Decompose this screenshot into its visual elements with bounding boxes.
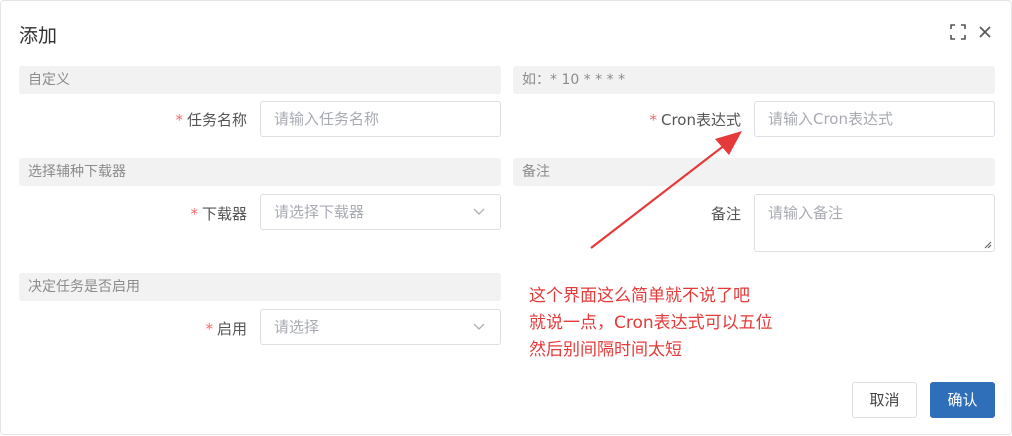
task-name-label: * 任务名称 <box>175 111 247 129</box>
enable-select[interactable]: 请选择 <box>260 309 501 345</box>
required-mark: * <box>175 111 183 129</box>
section-custom: 自定义 <box>19 66 501 94</box>
section-enable: 决定任务是否启用 <box>19 273 501 301</box>
resize-grip-icon[interactable] <box>982 239 992 249</box>
close-icon[interactable] <box>976 23 994 41</box>
task-name-input[interactable]: 请输入任务名称 <box>260 101 501 137</box>
confirm-button[interactable]: 确认 <box>930 382 995 418</box>
chevron-down-icon <box>473 323 485 330</box>
annotation-line: 就说一点，Cron表达式可以五位 <box>529 313 773 333</box>
downloader-select[interactable]: 请选择下载器 <box>260 194 501 230</box>
cancel-button[interactable]: 取消 <box>852 382 917 418</box>
remark-textarea[interactable]: 请输入备注 <box>754 194 995 252</box>
annotation-line: 然后别间隔时间太短 <box>529 340 682 360</box>
required-mark: * <box>649 111 658 129</box>
required-mark: * <box>190 205 198 223</box>
cron-input[interactable]: 请输入Cron表达式 <box>754 101 995 137</box>
annotation-line: 这个界面这么简单就不说了吧 <box>529 286 750 306</box>
maximize-icon[interactable] <box>949 23 967 41</box>
required-mark: * <box>205 320 213 338</box>
chevron-down-icon <box>473 208 485 215</box>
downloader-label: * 下载器 <box>190 205 247 223</box>
section-remark: 备注 <box>513 158 995 186</box>
section-downloader: 选择辅种下载器 <box>19 158 501 186</box>
enable-label: * 启用 <box>205 320 247 338</box>
section-cron-hint: 如：* 10 * * * * <box>513 66 995 94</box>
annotation-text: 这个界面这么简单就不说了吧 就说一点，Cron表达式可以五位 然后别间隔时间太短 <box>529 283 773 364</box>
cron-label: * Cron表达式 <box>649 111 742 129</box>
remark-label: 备注 <box>710 205 741 223</box>
dialog-title: 添加 <box>19 25 58 47</box>
add-dialog: 添加 自定义 * 任务名称 请输入任务名称 选择辅种下载器 * 下载器 请选择下载器… <box>0 0 1012 435</box>
